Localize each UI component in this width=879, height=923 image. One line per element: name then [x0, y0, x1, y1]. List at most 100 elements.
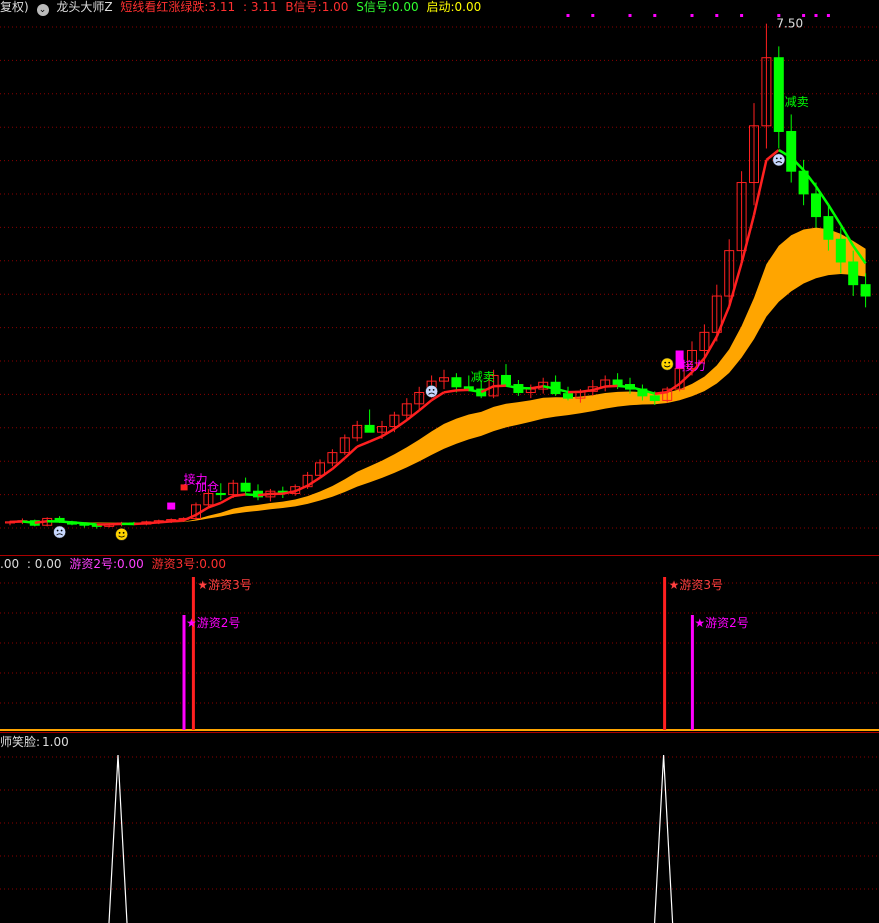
sub-header: .00 : 0.00 游资2号:0.00 游资3号:0.00: [0, 557, 230, 571]
smile-header: 师笑脸: 1.00: [0, 735, 73, 749]
youzi2-label: ★游资2号: [186, 616, 240, 630]
face-eye: [122, 531, 125, 534]
short-line: [146, 521, 159, 525]
short-line: [703, 335, 718, 359]
smile-value: 1.00: [42, 735, 69, 749]
candle: [612, 379, 623, 386]
short-line: [752, 159, 768, 216]
candle: [823, 216, 834, 240]
youzi3-label: ★游资3号: [197, 578, 251, 592]
face-eye: [664, 361, 667, 364]
smile-chart[interactable]: [0, 735, 879, 923]
smile-indicator-pane[interactable]: 师笑脸: 1.00: [0, 735, 879, 923]
candle: [563, 393, 573, 399]
youzi2-value: 0.00: [117, 557, 144, 571]
short-line: [233, 493, 246, 498]
youzi2-label: 游资2号:: [69, 557, 118, 571]
face-eye: [118, 531, 121, 534]
short-line: [257, 492, 271, 497]
face-circle: [425, 385, 438, 398]
smile-icon: [115, 528, 128, 541]
short-line: [369, 435, 383, 443]
smile-label: 师笑脸:: [0, 735, 41, 749]
short-line: [740, 214, 756, 264]
short-line: [319, 467, 334, 479]
second-value: : 3.11: [243, 0, 278, 14]
candle: [451, 377, 462, 388]
short-line: [727, 262, 743, 307]
candle: [860, 284, 871, 297]
short-line: [133, 521, 147, 526]
short-line: [715, 305, 731, 337]
candle: [501, 374, 511, 386]
candle: [811, 193, 821, 218]
candle: [786, 130, 797, 172]
sad-face-icon: [53, 525, 66, 539]
b-signal-label: B信号:: [285, 0, 322, 14]
candle: [649, 395, 660, 401]
face-circle: [660, 357, 674, 371]
short-line: [678, 371, 693, 385]
indicator-name[interactable]: 龙头大师Z: [56, 0, 112, 14]
chevron-down-icon[interactable]: ⌄: [36, 4, 49, 16]
short-line: [84, 522, 97, 526]
face-eye: [668, 361, 671, 364]
short-line: [580, 388, 593, 394]
short-line: [71, 521, 85, 525]
face-eye: [775, 157, 778, 160]
short-line: [245, 493, 259, 497]
face-circle: [772, 153, 786, 167]
adjust-label: 复权): [0, 0, 29, 14]
short-line: [443, 389, 457, 394]
main-chart-pane[interactable]: 7.50 减卖 接力 接力 减卖 加仓 复权) ⌄ 龙头大师Z 短线看红涨绿跌:3.11 …: [0, 0, 879, 556]
youzi-chart[interactable]: ★游资3号 ★游资3号 ★游资2号 ★游资2号: [0, 557, 879, 733]
short-line: [493, 384, 507, 388]
short-line: [220, 494, 234, 505]
short-line: [34, 520, 48, 525]
s-signal-label: S信号:: [356, 0, 392, 14]
smile-spike: [654, 754, 674, 923]
short-line: [617, 384, 631, 389]
short-line: [59, 520, 73, 524]
high-price-label: 7.50: [776, 17, 803, 31]
youzi3-label: 游资3号:: [151, 557, 200, 571]
candle: [463, 386, 474, 390]
short-line-label: 短线看红涨绿跌:: [120, 0, 209, 14]
candle: [835, 238, 846, 263]
sad-face-icon: [425, 385, 438, 398]
face-eye: [779, 157, 782, 160]
signal-dot: [653, 14, 657, 17]
start-value: 0.00: [454, 0, 482, 14]
short-line: [605, 384, 618, 388]
face-eye: [428, 388, 431, 391]
smile-spike: [108, 754, 128, 923]
short-line: [22, 520, 35, 525]
signal-dot: [591, 14, 595, 17]
youzi3-value: 0.00: [199, 557, 226, 571]
short-line: [418, 399, 433, 412]
youzi3-label: ★游资3号: [669, 578, 723, 592]
youzi2-label: ★游资2号: [694, 616, 748, 630]
s-signal-value: 0.00: [391, 0, 419, 14]
candle: [773, 57, 784, 132]
sub-value2: : 0.00: [26, 557, 62, 571]
price-chart[interactable]: 7.50减卖接力接力减卖加仓: [0, 0, 879, 556]
short-line: [530, 385, 544, 390]
signal-dot: [566, 14, 570, 17]
reduce-sell-label: 减卖: [785, 95, 809, 109]
face-eye: [56, 529, 59, 532]
b-signal-value: 1.00: [321, 0, 349, 14]
short-line: [331, 457, 346, 470]
face-eye: [432, 388, 435, 391]
youzi-indicator-pane[interactable]: ★游资3号 ★游资3号 ★游资2号 ★游资2号 .00 : 0.00 游资2号:0.0…: [0, 557, 879, 733]
short-line: [306, 476, 321, 487]
short-line: [158, 520, 172, 524]
smile-icon: [660, 357, 674, 371]
short-line-value: 3.11: [208, 0, 236, 14]
signal-dot: [826, 14, 830, 17]
sad-face-icon: [772, 153, 786, 167]
signal-dot: [690, 14, 694, 17]
face-circle: [53, 525, 66, 539]
short-line: [654, 390, 668, 395]
signal-marker: [675, 350, 684, 369]
